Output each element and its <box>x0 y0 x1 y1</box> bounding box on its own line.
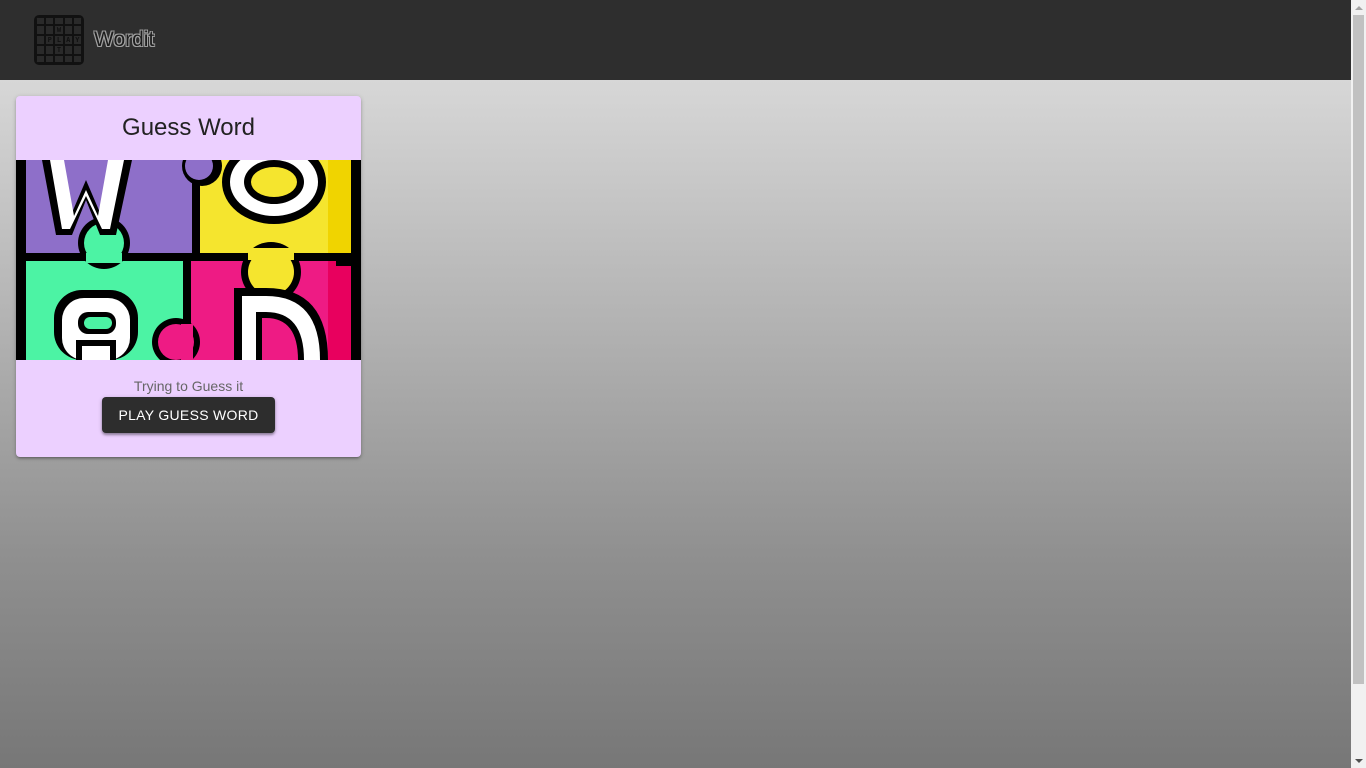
scroll-down-arrow-icon[interactable] <box>1351 753 1366 768</box>
scroll-thumb[interactable] <box>1353 15 1364 684</box>
logo-letter: A <box>63 35 73 45</box>
scroll-up-arrow-icon[interactable] <box>1351 0 1366 15</box>
logo-letter: L <box>54 35 64 45</box>
puzzle-word-image <box>16 160 361 360</box>
logo-letter: W <box>54 25 64 35</box>
page-background: W PLAY T Wordit Guess Word Trying to Gue… <box>0 0 1351 768</box>
vertical-scrollbar[interactable] <box>1351 0 1366 768</box>
brand-title[interactable]: Wordit <box>94 28 154 52</box>
wordit-logo-icon[interactable]: W PLAY T <box>34 15 84 65</box>
play-guess-word-button[interactable]: PLAY GUESS WORD <box>102 397 275 433</box>
logo-letter: Y <box>72 35 82 45</box>
card-title: Guess Word <box>122 114 255 141</box>
logo-letter: T <box>54 45 64 55</box>
card-description: Trying to Guess it <box>133 378 244 394</box>
app-bar: W PLAY T Wordit <box>0 0 1351 80</box>
logo-letter: P <box>45 35 55 45</box>
guess-word-card: Guess Word Trying to Guess it PLAY GUESS… <box>16 96 361 457</box>
